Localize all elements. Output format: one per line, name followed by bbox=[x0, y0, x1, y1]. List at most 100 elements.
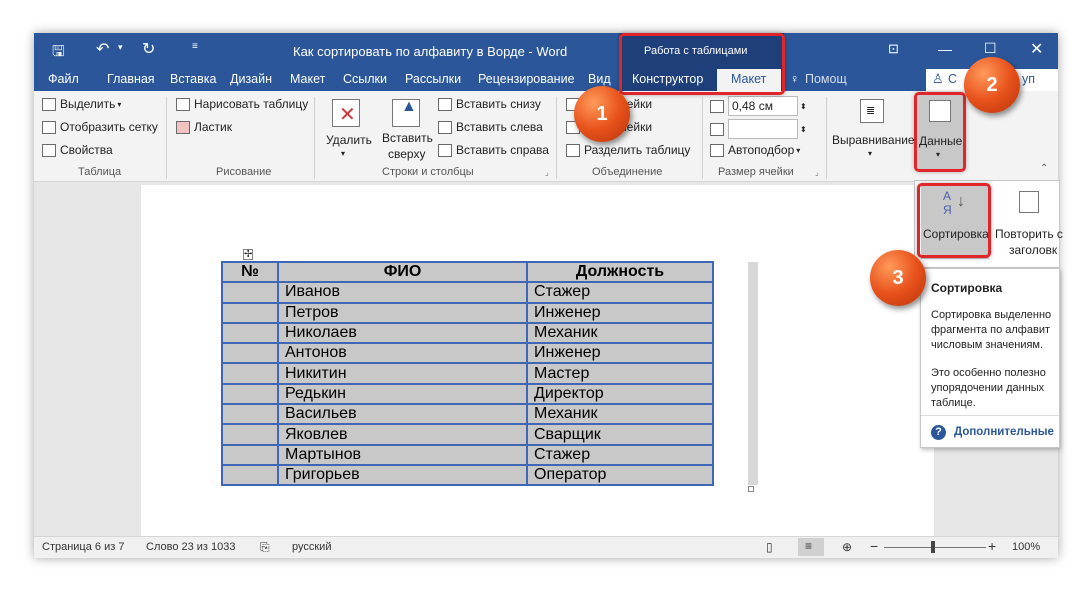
properties-button[interactable]: Свойства bbox=[42, 143, 113, 157]
language-indicator[interactable]: русский bbox=[292, 541, 331, 553]
column-width-control[interactable]: ⬍ bbox=[710, 119, 807, 139]
delete-button[interactable]: ✕ Удалить ▾ bbox=[326, 97, 372, 159]
collapse-ribbon-icon[interactable]: ⌃ bbox=[1040, 163, 1048, 174]
proofing-icon[interactable]: ⎘ bbox=[260, 540, 270, 555]
table-cell[interactable] bbox=[221, 463, 279, 487]
table-cell[interactable] bbox=[221, 403, 279, 426]
table-cell[interactable]: Стажер bbox=[526, 281, 714, 304]
table-cell[interactable]: Яковлев bbox=[277, 423, 528, 446]
tab-design[interactable]: Дизайн bbox=[230, 72, 272, 86]
insert-left-button[interactable]: Вставить слева bbox=[438, 120, 543, 134]
tab-home[interactable]: Главная bbox=[107, 72, 155, 86]
header-cell-name[interactable]: ФИО bbox=[277, 260, 528, 284]
group-label-merge: Объединение bbox=[592, 166, 663, 178]
table-cell[interactable]: Петров bbox=[277, 301, 528, 324]
chevron-down-icon: ▾ bbox=[868, 149, 873, 158]
table-cell[interactable]: Антонов bbox=[277, 342, 528, 365]
minimize-icon[interactable]: — bbox=[938, 41, 952, 57]
customize-qat-icon[interactable]: ≡ bbox=[192, 41, 198, 52]
gridlines-button[interactable]: Отобразить сетку bbox=[42, 120, 158, 134]
table-cell[interactable]: Инженер bbox=[526, 301, 714, 324]
table-cell[interactable]: Николаев bbox=[277, 321, 528, 345]
word-counter[interactable]: Слово 23 из 1033 bbox=[146, 541, 236, 553]
table-cell[interactable]: Григорьев bbox=[277, 463, 528, 487]
share-label[interactable]: С bbox=[948, 72, 957, 86]
select-label: Выделить bbox=[60, 97, 116, 111]
tab-review[interactable]: Рецензирование bbox=[478, 72, 575, 86]
undo-icon[interactable]: ↶ bbox=[96, 39, 109, 59]
table-cell[interactable] bbox=[221, 423, 279, 446]
alignment-button[interactable]: ≣ Выравнивание ▾ bbox=[832, 97, 915, 163]
insert-below-button[interactable]: Вставить снизу bbox=[438, 97, 541, 111]
dialog-launcher-icon[interactable]: ⌟ bbox=[815, 168, 819, 177]
table-cell[interactable]: Васильев bbox=[277, 403, 528, 426]
read-mode-icon[interactable]: ▯ bbox=[766, 540, 773, 554]
insert-above-label-2: сверху bbox=[388, 147, 426, 161]
tooltip-more-link[interactable]: Дополнительные bbox=[954, 426, 1054, 438]
window-title: Как сортировать по алфавиту в Ворде - Wo… bbox=[293, 44, 568, 59]
insert-left-icon bbox=[438, 120, 452, 134]
zoom-out-icon[interactable]: − bbox=[870, 538, 878, 554]
tab-mailings[interactable]: Рассылки bbox=[405, 72, 461, 86]
tab-layout[interactable]: Макет bbox=[290, 72, 325, 86]
tell-me-label[interactable]: Помощ bbox=[805, 72, 847, 86]
pencil-icon bbox=[176, 97, 190, 111]
eraser-button[interactable]: Ластик bbox=[176, 120, 232, 134]
table-cell[interactable]: Мартынов bbox=[277, 443, 528, 466]
table-cell[interactable] bbox=[221, 342, 279, 365]
header-cell-number[interactable]: № bbox=[221, 260, 279, 284]
split-table-button[interactable]: Разделить таблицу bbox=[566, 143, 690, 157]
insert-above-button[interactable]: ▲ Вставить сверху bbox=[382, 97, 433, 165]
insert-right-button[interactable]: Вставить справа bbox=[438, 143, 549, 157]
table-cell[interactable]: Сварщик bbox=[526, 423, 714, 446]
insert-below-label: Вставить снизу bbox=[456, 97, 541, 111]
zoom-slider-thumb[interactable] bbox=[931, 541, 935, 553]
zoom-slider[interactable] bbox=[884, 547, 986, 548]
tab-view[interactable]: Вид bbox=[588, 72, 611, 86]
table-cell[interactable]: Иванов bbox=[277, 281, 528, 304]
undo-dropdown-icon[interactable]: ▾ bbox=[118, 42, 123, 53]
redo-icon[interactable]: ↻ bbox=[142, 39, 155, 59]
select-button[interactable]: Выделить ▾ bbox=[42, 97, 121, 111]
zoom-level[interactable]: 100% bbox=[1012, 541, 1040, 553]
table-cell[interactable] bbox=[221, 362, 279, 385]
table-resize-handle[interactable] bbox=[748, 486, 754, 492]
table-cell[interactable]: Механик bbox=[526, 321, 714, 345]
close-icon[interactable]: ✕ bbox=[1030, 39, 1043, 59]
table-cell[interactable]: Мастер bbox=[526, 362, 714, 385]
table-cell[interactable]: Стажер bbox=[526, 443, 714, 466]
row-height-input[interactable]: 0,48 см bbox=[728, 96, 798, 116]
header-cell-position[interactable]: Должность bbox=[526, 260, 714, 284]
ribbon-display-options-icon[interactable]: ⊡ bbox=[888, 41, 899, 57]
save-icon[interactable]: 🖫 bbox=[52, 41, 65, 66]
table-cell[interactable]: Механик bbox=[526, 403, 714, 426]
zoom-in-icon[interactable]: + bbox=[988, 538, 996, 554]
table-cell[interactable]: Редькин bbox=[277, 382, 528, 406]
page-counter[interactable]: Страница 6 из 7 bbox=[42, 541, 124, 553]
tab-insert[interactable]: Вставка bbox=[170, 72, 216, 86]
table-cell[interactable] bbox=[221, 281, 279, 304]
dialog-launcher-icon[interactable]: ⌟ bbox=[545, 168, 549, 177]
maximize-icon[interactable]: ☐ bbox=[984, 40, 997, 57]
row-height-control[interactable]: 0,48 см ⬍ bbox=[710, 96, 807, 116]
lightbulb-icon[interactable]: ♀ bbox=[790, 72, 799, 86]
table-cell[interactable]: Инженер bbox=[526, 342, 714, 365]
table-cell[interactable]: Оператор bbox=[526, 463, 714, 487]
web-layout-icon[interactable]: ⊕ bbox=[842, 540, 852, 554]
person-icon: ♙ bbox=[932, 71, 944, 86]
table-move-handle[interactable]: ✢ bbox=[243, 249, 254, 260]
table-cell[interactable]: Директор bbox=[526, 382, 714, 406]
autofit-button[interactable]: Автоподбор ▾ bbox=[710, 143, 800, 157]
column-width-input[interactable] bbox=[728, 119, 798, 139]
tab-references[interactable]: Ссылки bbox=[343, 72, 387, 86]
tab-file[interactable]: Файл bbox=[48, 72, 79, 86]
draw-table-button[interactable]: Нарисовать таблицу bbox=[176, 97, 308, 111]
table-cell[interactable] bbox=[221, 321, 279, 345]
table-cell[interactable]: Никитин bbox=[277, 362, 528, 385]
table-cell[interactable] bbox=[221, 443, 279, 466]
divider bbox=[921, 415, 1059, 416]
table-cell[interactable] bbox=[221, 382, 279, 406]
print-layout-icon[interactable]: ≡ bbox=[798, 538, 824, 556]
repeat-header-button[interactable]: Повторить с заголовк bbox=[995, 185, 1063, 259]
table-cell[interactable] bbox=[221, 301, 279, 324]
